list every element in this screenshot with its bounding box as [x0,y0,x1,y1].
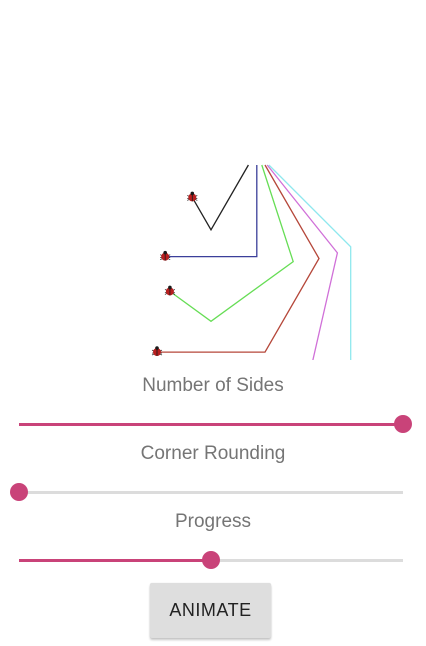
ladybug-icon [164,285,176,296]
ladybug-layer [151,191,198,357]
ladybug-icon [187,191,198,202]
slider-track [19,491,403,494]
slider-thumb[interactable] [202,551,220,569]
animate-button[interactable]: ANIMATE [150,583,271,638]
corner-rounding-label: Corner Rounding [140,443,286,464]
slider-thumb[interactable] [394,415,412,433]
slider-thumb[interactable] [10,483,28,501]
polygon-6-sides [157,164,320,353]
polygon-4-sides [165,165,258,258]
ladybug-icon [160,250,171,261]
slider-fill [19,423,403,426]
progress-label: Progress [174,511,252,532]
number-of-sides-slider[interactable] [19,412,412,436]
polygon-7-sides [266,164,339,360]
corner-rounding-slider[interactable] [10,480,403,504]
polygon-8-sides [268,164,352,360]
progress-slider[interactable] [19,548,403,572]
polygon-canvas [151,164,352,360]
ladybug-icon [151,346,163,357]
polygon-5-sides [169,164,294,323]
number-of-sides-label: Number of Sides [142,375,284,396]
slider-fill [19,559,211,562]
polygon-layer [157,164,352,360]
polygon-3-sides [191,164,249,232]
